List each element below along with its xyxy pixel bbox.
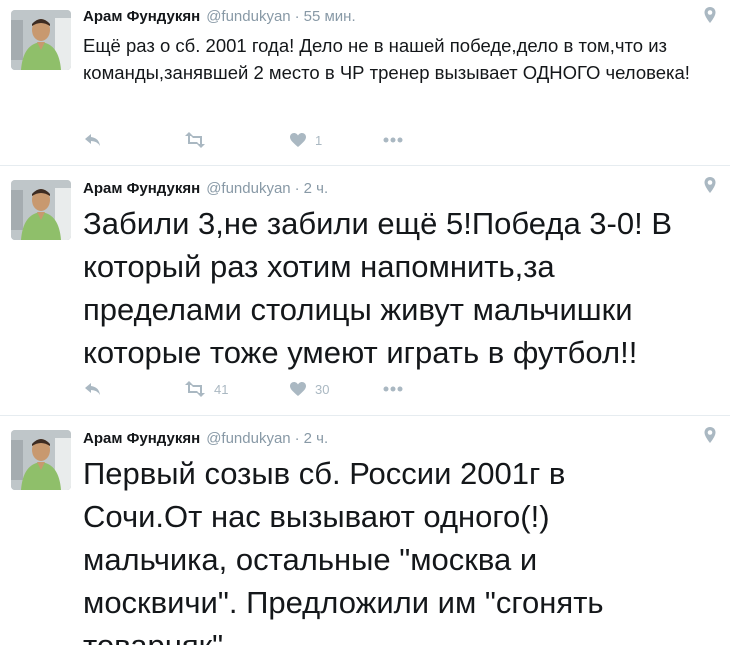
reply-icon: [85, 383, 100, 395]
avatar-photo: [11, 180, 71, 240]
more-button[interactable]: [383, 129, 403, 151]
tweet-text: Ещё раз о сб. 2001 года! Дело не в нашей…: [83, 35, 690, 83]
retweet-count: 41: [214, 381, 229, 397]
location-pin-icon[interactable]: [703, 426, 717, 444]
retweet-icon: [185, 132, 205, 148]
author-name[interactable]: Арам Фундукян: [83, 180, 200, 197]
like-count: 30: [315, 381, 330, 397]
author-handle[interactable]: @fundukyan: [206, 180, 290, 197]
like-button[interactable]: 1: [289, 129, 322, 151]
retweet-button[interactable]: [184, 129, 206, 151]
more-icon: [383, 386, 403, 392]
location-pin-icon[interactable]: [703, 6, 717, 24]
separator-dot: ·: [294, 180, 300, 197]
tweet-text: Забили 3,не забили ещё 5!Победа 3-0! В к…: [83, 206, 673, 370]
retweet-icon: [185, 381, 205, 397]
retweet-button[interactable]: 41: [184, 378, 228, 400]
tweet-text: Первый созыв сб. России 2001г в Сочи.От …: [83, 456, 604, 645]
tweet-header: Арам Фундукян @fundukyan · 55 мин.: [83, 8, 356, 25]
author-handle[interactable]: @fundukyan: [206, 430, 290, 447]
location-pin-icon[interactable]: [703, 176, 717, 194]
tweet-actions: 41 30: [83, 378, 483, 402]
tweet: Арам Фундукян @fundukyan · 2 ч. Первый созы…: [0, 416, 730, 645]
avatar-photo: [11, 10, 71, 70]
avatar[interactable]: [11, 430, 71, 490]
author-name[interactable]: Арам Фундукян: [83, 430, 200, 447]
timestamp[interactable]: 55 мин.: [304, 8, 356, 25]
heart-icon: [290, 133, 306, 147]
more-button[interactable]: [383, 378, 403, 400]
separator-dot: ·: [294, 8, 300, 25]
avatar[interactable]: [11, 180, 71, 240]
reply-button[interactable]: [83, 129, 103, 151]
tweet: Арам Фундукян @fundukyan · 2 ч. Забили 3,не…: [0, 166, 730, 416]
avatar-photo: [11, 430, 71, 490]
tweet: Арам Фундукян @fundukyan · 55 мин. Ещё раз …: [0, 0, 730, 166]
reply-icon: [85, 134, 100, 146]
avatar[interactable]: [11, 10, 71, 70]
timestamp[interactable]: 2 ч.: [304, 180, 329, 197]
tweet-header: Арам Фундукян @fundukyan · 2 ч.: [83, 430, 328, 447]
tweet-header: Арам Фундукян @fundukyan · 2 ч.: [83, 180, 328, 197]
tweet-actions: 1: [83, 129, 483, 153]
author-handle[interactable]: @fundukyan: [206, 8, 290, 25]
reply-button[interactable]: [83, 378, 103, 400]
timestamp[interactable]: 2 ч.: [304, 430, 329, 447]
like-button[interactable]: 30: [289, 378, 329, 400]
like-count: 1: [315, 132, 323, 148]
more-icon: [383, 137, 403, 143]
author-name[interactable]: Арам Фундукян: [83, 8, 200, 25]
separator-dot: ·: [294, 430, 300, 447]
heart-icon: [290, 382, 306, 396]
